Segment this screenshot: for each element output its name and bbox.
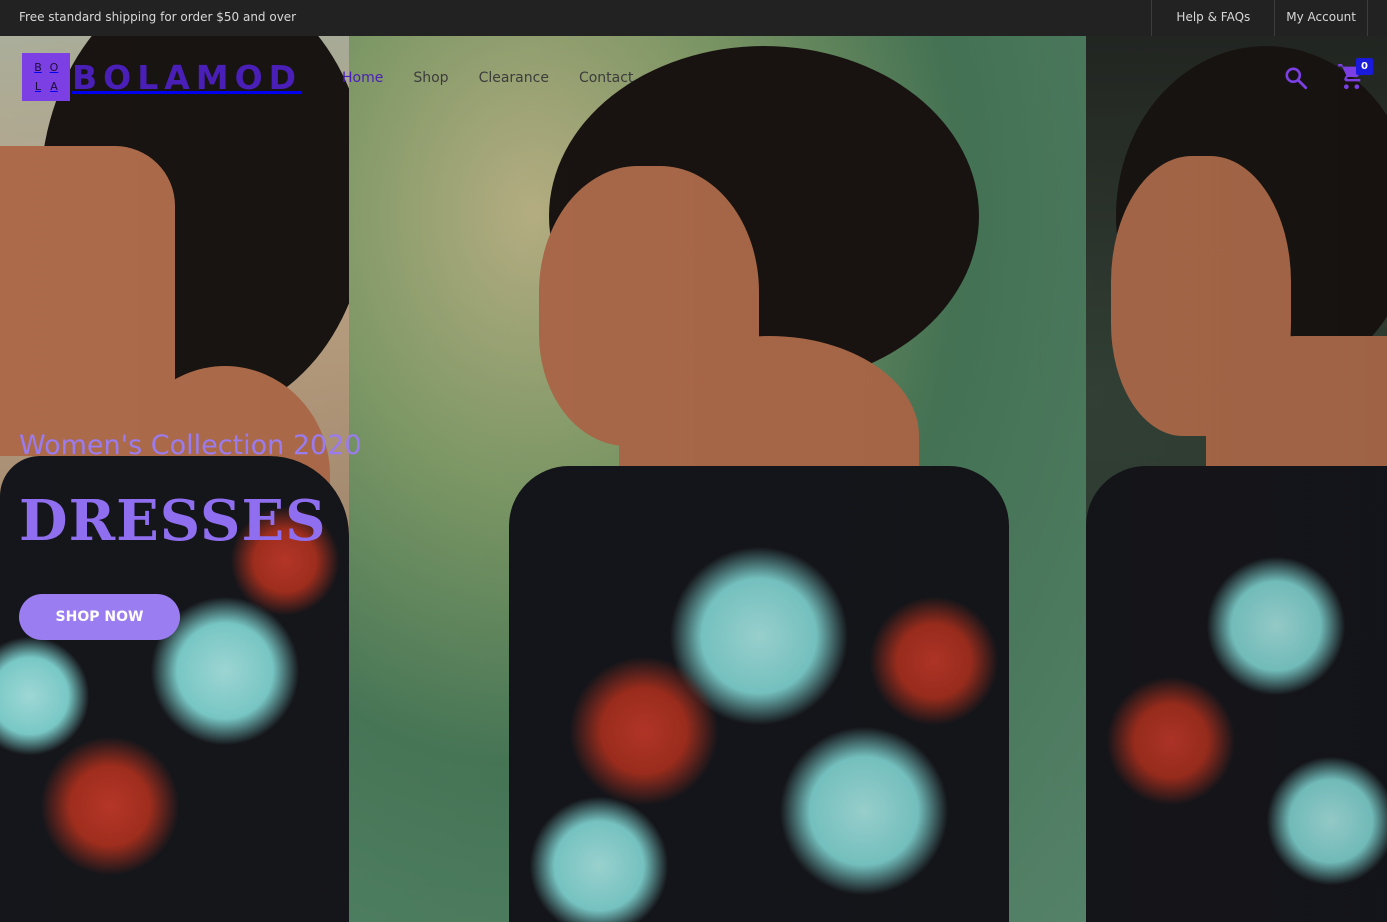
top-bar: Free standard shipping for order $50 and… (0, 0, 1387, 36)
nav-item-home[interactable]: Home (342, 70, 383, 86)
nav-item-contact[interactable]: Contact (579, 70, 633, 86)
hero-subtitle: Women's Collection 2020 (19, 430, 362, 461)
brand-name: BOLAMOD (72, 57, 303, 97)
top-links: Help & FAQs My Account (1151, 0, 1368, 36)
shop-now-button[interactable]: SHOP NOW (19, 594, 180, 640)
brand-logo[interactable]: B O L A BOLAMOD (22, 53, 302, 101)
help-faqs-link[interactable]: Help & FAQs (1151, 0, 1274, 36)
cart-count-badge: 0 (1356, 58, 1373, 75)
main-nav: Home Shop Clearance Contact (342, 70, 663, 86)
site-header: B O L A BOLAMOD Home Shop Clearance Cont… (0, 36, 1387, 120)
nav-item-clearance[interactable]: Clearance (479, 70, 549, 86)
logo-mark: B O L A (22, 53, 70, 101)
nav-item-shop[interactable]: Shop (413, 70, 448, 86)
cart-button[interactable]: 0 (1337, 58, 1373, 92)
search-icon[interactable] (1283, 65, 1309, 91)
my-account-link[interactable]: My Account (1274, 0, 1368, 36)
shipping-promo: Free standard shipping for order $50 and… (19, 10, 297, 24)
header-actions: 0 (1283, 58, 1373, 92)
hero-banner (0, 36, 1387, 922)
hero-title: DRESSES (19, 488, 327, 554)
